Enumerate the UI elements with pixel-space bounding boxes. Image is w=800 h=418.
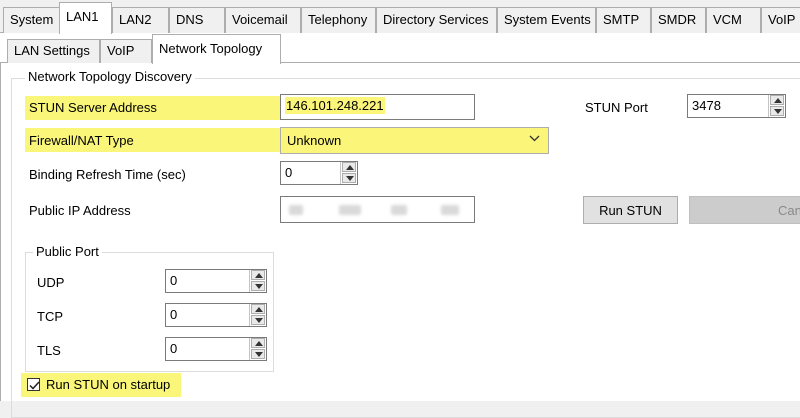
tab-vcm[interactable]: VCM [706, 7, 761, 33]
udp-port-stepper[interactable]: 0 [165, 269, 267, 293]
tab-voip[interactable]: VoIP [761, 7, 800, 33]
tab-system[interactable]: System [3, 7, 60, 33]
firewall-nat-select[interactable]: Unknown [280, 127, 549, 154]
arrow-down-icon [255, 318, 263, 323]
tcp-spin-buttons [249, 304, 266, 326]
firewall-nat-value: Unknown [287, 133, 342, 148]
arrow-up-icon [255, 307, 263, 312]
tls-up-button[interactable] [251, 338, 265, 348]
udp-port-value: 0 [170, 273, 178, 288]
stun-port-down-button[interactable] [770, 106, 784, 116]
tcp-label: TCP [37, 309, 63, 324]
cancel-button[interactable]: Can [689, 196, 800, 224]
arrow-down-icon [774, 109, 782, 114]
stun-port-value: 3478 [692, 98, 721, 113]
arrow-up-icon [774, 98, 782, 103]
firewall-label: Firewall/NAT Type [29, 133, 134, 148]
udp-down-button[interactable] [251, 281, 265, 291]
tab-smdr[interactable]: SMDR [651, 7, 706, 33]
binding-refresh-spin-buttons [340, 162, 357, 184]
tls-down-button[interactable] [251, 349, 265, 359]
stun-server-label: STUN Server Address [29, 100, 157, 115]
tab-voicemail[interactable]: Voicemail [225, 7, 301, 33]
public-port-title: Public Port [33, 244, 102, 259]
checkmark-icon [29, 381, 40, 390]
binding-refresh-up-button[interactable] [342, 162, 356, 172]
stun-server-value: 146.101.248.221 [285, 97, 385, 114]
arrow-down-icon [255, 352, 263, 357]
udp-up-button[interactable] [251, 270, 265, 280]
udp-label: UDP [37, 275, 65, 290]
public-ip-input[interactable] [280, 196, 475, 223]
redacted-ip-segment [391, 205, 407, 215]
tcp-port-value: 0 [170, 307, 178, 322]
tls-label: TLS [37, 343, 61, 358]
arrow-up-icon [346, 165, 354, 170]
arrow-up-icon [255, 341, 263, 346]
stun-port-spin-buttons [768, 95, 785, 117]
subtab-network-topology[interactable]: Network Topology [152, 34, 281, 64]
stun-port-stepper[interactable]: 3478 [687, 94, 786, 118]
tcp-up-button[interactable] [251, 304, 265, 314]
binding-refresh-label: Binding Refresh Time (sec) [29, 167, 186, 182]
group-title: Network Topology Discovery [25, 69, 195, 84]
tab-lan1[interactable]: LAN1 [59, 2, 112, 34]
top-tab-strip: System LAN1 LAN2 DNS Voicemail Telephony… [0, 0, 800, 34]
tcp-down-button[interactable] [251, 315, 265, 325]
run-on-startup-checkbox[interactable] [27, 378, 40, 391]
run-on-startup-label: Run STUN on startup [46, 377, 171, 392]
public-ip-label: Public IP Address [29, 203, 131, 218]
chevron-down-icon [529, 133, 540, 147]
tab-dns[interactable]: DNS [169, 7, 225, 33]
tls-port-stepper[interactable]: 0 [165, 337, 267, 361]
subtab-voip[interactable]: VoIP [100, 39, 152, 63]
tab-directory-services[interactable]: Directory Services [376, 7, 497, 33]
arrow-down-icon [346, 176, 354, 181]
binding-refresh-stepper[interactable]: 0 [280, 161, 358, 185]
stun-port-label: STUN Port [585, 100, 648, 115]
stun-port-up-button[interactable] [770, 95, 784, 105]
tls-port-value: 0 [170, 341, 178, 356]
tcp-port-stepper[interactable]: 0 [165, 303, 267, 327]
arrow-down-icon [255, 284, 263, 289]
tab-telephony[interactable]: Telephony [301, 7, 376, 33]
run-stun-button[interactable]: Run STUN [583, 196, 678, 224]
tab-content-panel: Network Topology Discovery STUN Server A… [0, 63, 800, 418]
binding-refresh-value: 0 [285, 165, 293, 180]
binding-refresh-down-button[interactable] [342, 173, 356, 183]
redacted-ip-segment [289, 205, 303, 215]
tab-smtp[interactable]: SMTP [596, 7, 651, 33]
redacted-ip-segment [339, 205, 361, 215]
sub-tab-strip: LAN Settings VoIP Network Topology [0, 33, 800, 64]
subtab-lan-settings[interactable]: LAN Settings [7, 39, 100, 63]
arrow-up-icon [255, 273, 263, 278]
redacted-ip-segment [441, 205, 459, 215]
stun-server-input[interactable]: 146.101.248.221 [280, 94, 475, 120]
tab-system-events[interactable]: System Events [497, 7, 596, 33]
udp-spin-buttons [249, 270, 266, 292]
tls-spin-buttons [249, 338, 266, 360]
tab-lan2[interactable]: LAN2 [112, 7, 169, 33]
